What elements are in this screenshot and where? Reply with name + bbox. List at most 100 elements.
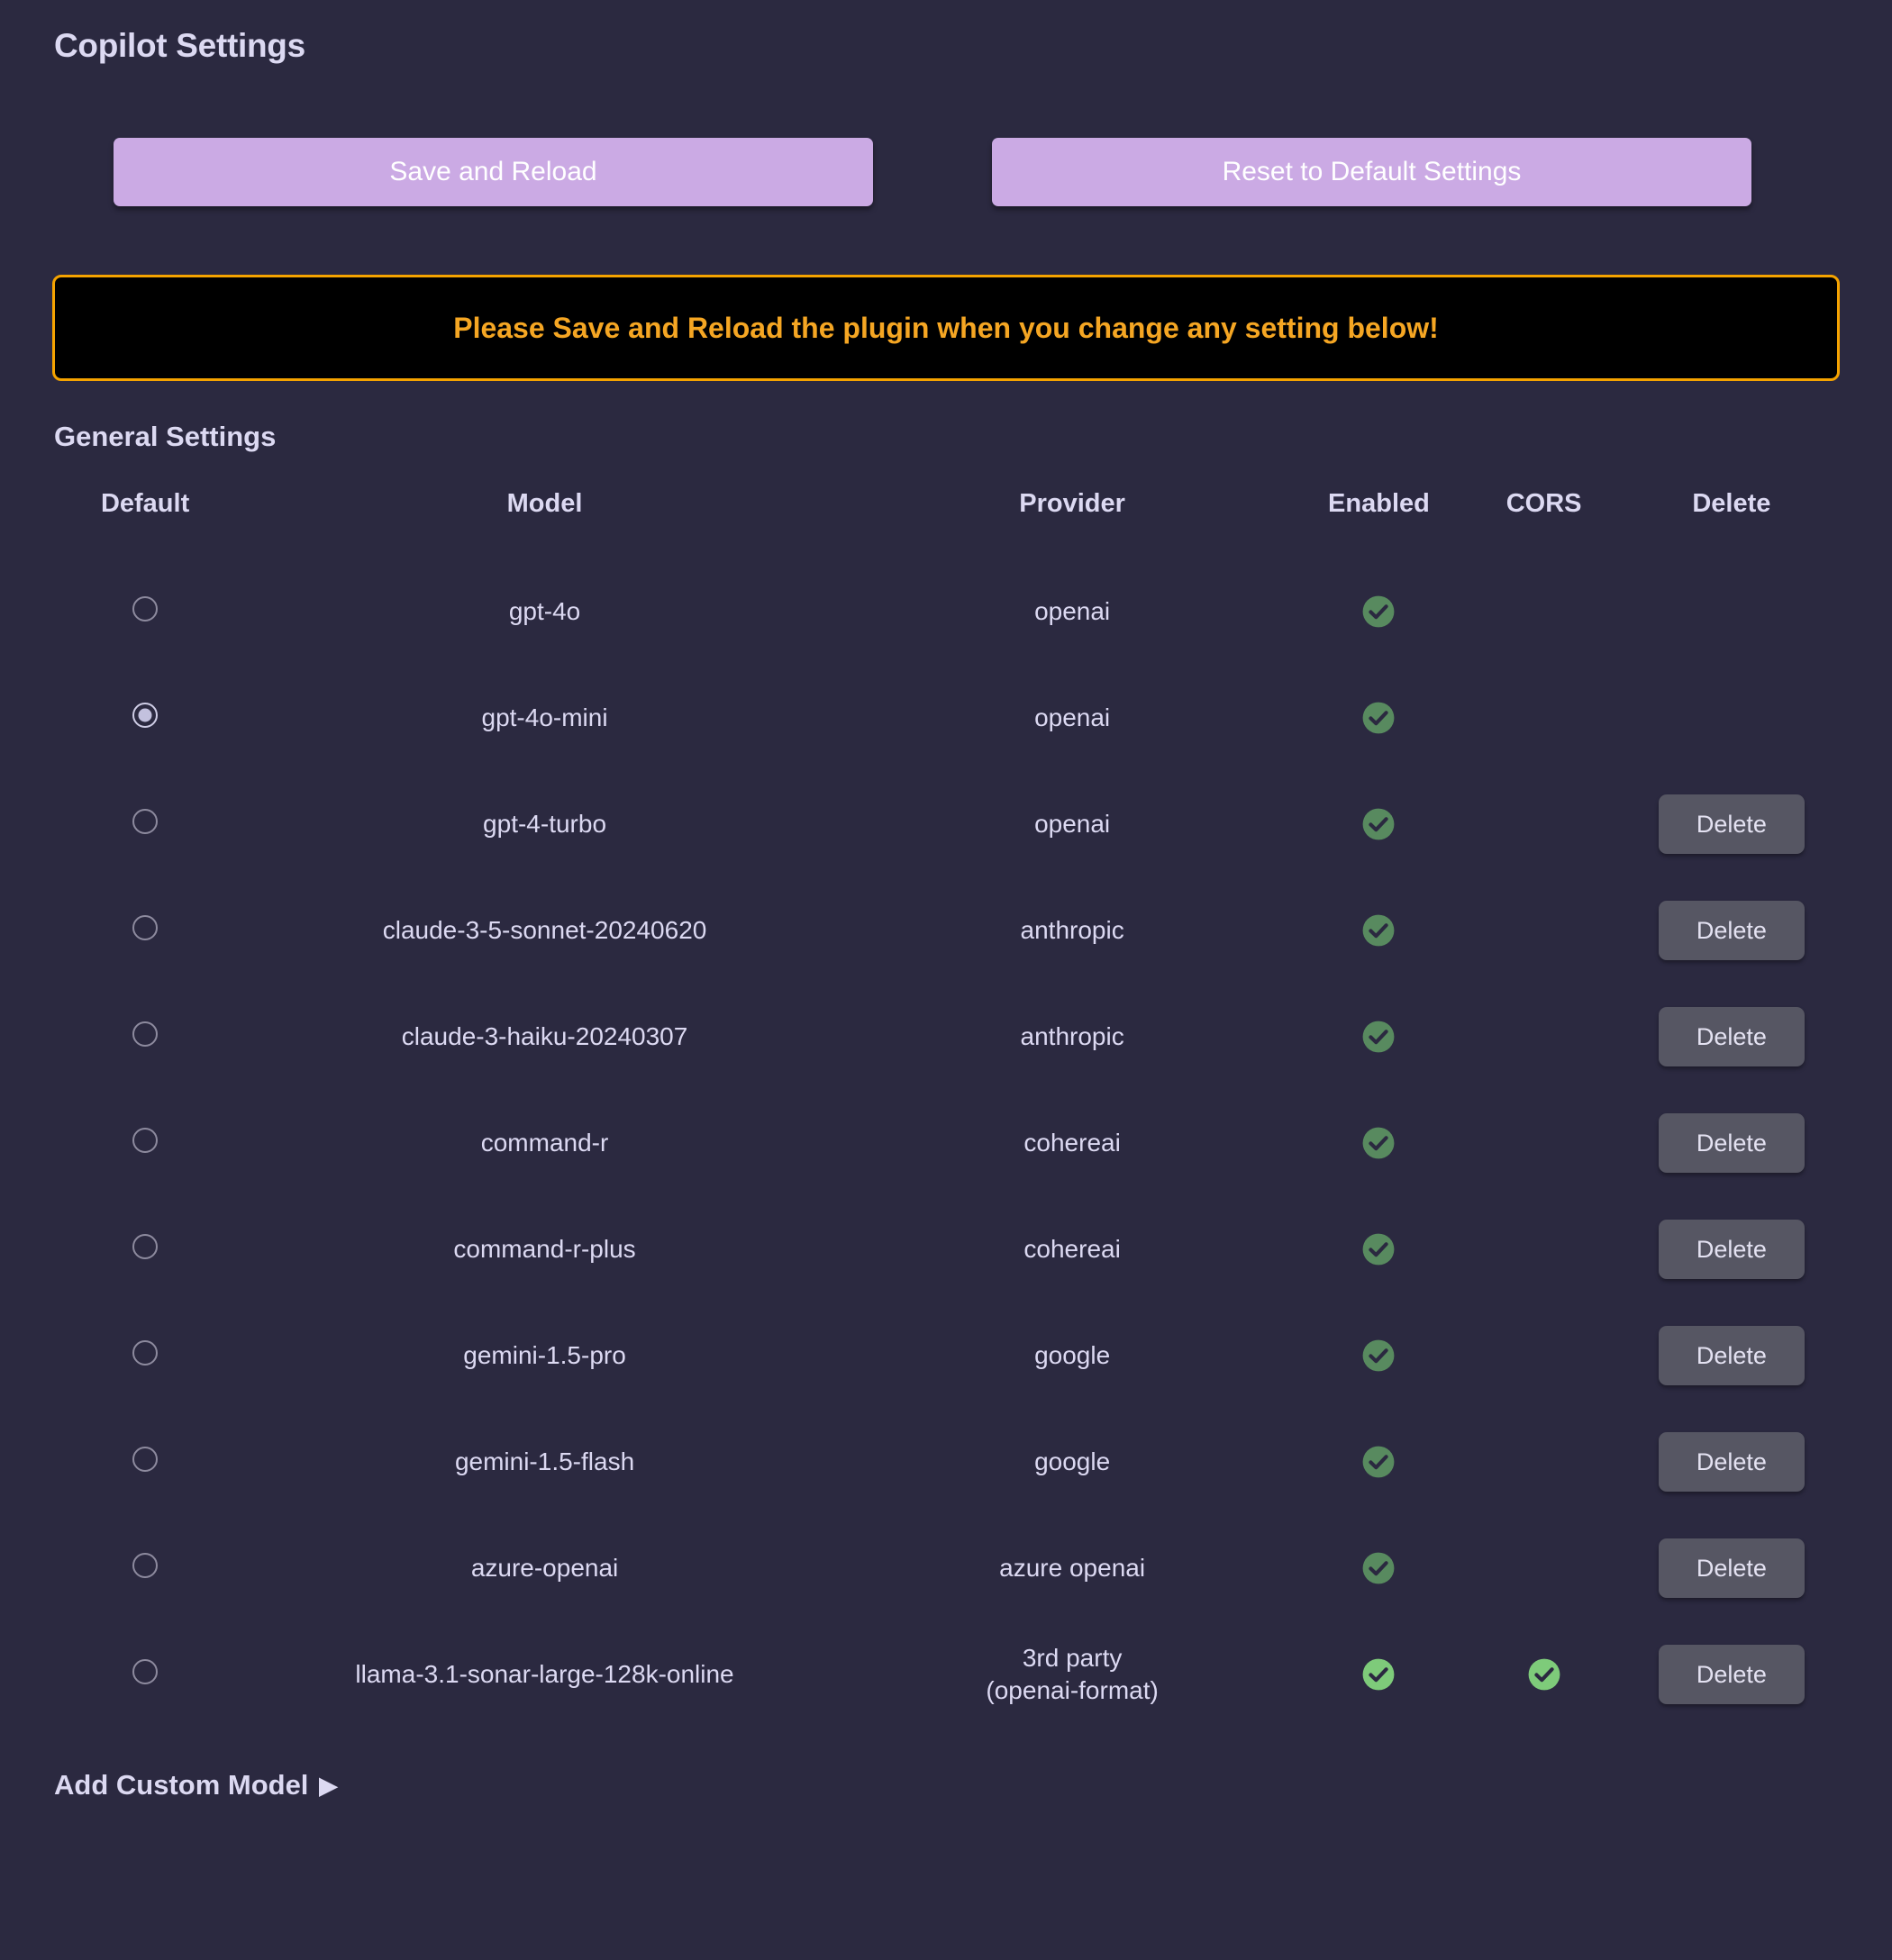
default-radio[interactable] <box>132 914 159 940</box>
column-header-cors: CORS <box>1505 489 1582 518</box>
table-row: claude-3-haiku-20240307 anthropic Delete <box>52 984 1840 1090</box>
enabled-check-icon[interactable] <box>1361 1127 1396 1159</box>
default-radio[interactable] <box>132 1021 159 1047</box>
provider-cell: cohereai <box>851 1090 1293 1196</box>
default-radio[interactable] <box>132 1658 159 1684</box>
enabled-cell[interactable] <box>1293 1196 1464 1302</box>
cors-cell[interactable] <box>1465 984 1624 1090</box>
delete-button[interactable]: Delete <box>1658 1538 1805 1598</box>
enabled-cell[interactable] <box>1293 771 1464 877</box>
table-row: gpt-4-turbo openai Delete <box>52 771 1840 877</box>
save-and-reload-button[interactable]: Save and Reload <box>114 138 873 206</box>
warning-banner: Please Save and Reload the plugin when y… <box>52 275 1840 381</box>
enabled-check-icon[interactable] <box>1361 1233 1396 1266</box>
delete-button[interactable]: Delete <box>1658 1432 1805 1492</box>
add-custom-model-toggle[interactable]: Add Custom Model ▶ <box>52 1769 337 1801</box>
provider-cell: google <box>851 1302 1293 1409</box>
default-radio[interactable] <box>132 595 159 622</box>
table-row: gpt-4o openai <box>52 558 1840 665</box>
delete-cell: Delete <box>1624 1302 1840 1409</box>
delete-cell: Delete <box>1624 1090 1840 1196</box>
enabled-cell[interactable] <box>1293 558 1464 665</box>
model-name-cell: command-r <box>480 1129 609 1157</box>
default-radio[interactable] <box>132 1446 159 1472</box>
delete-button[interactable]: Delete <box>1658 1645 1805 1704</box>
models-table-body: gpt-4o openai gpt-4o-mini openai gpt-4-turbo… <box>52 558 1840 1728</box>
delete-cell: Delete <box>1624 771 1840 877</box>
table-row: claude-3-5-sonnet-20240620 anthropic Delet… <box>52 877 1840 984</box>
cors-cell[interactable] <box>1465 1409 1624 1515</box>
cors-cell[interactable] <box>1465 1621 1624 1728</box>
enabled-check-icon[interactable] <box>1361 1552 1396 1584</box>
default-cell <box>52 1515 238 1621</box>
enabled-cell[interactable] <box>1293 984 1464 1090</box>
page-title: Copilot Settings <box>54 27 305 64</box>
cors-cell[interactable] <box>1465 1515 1624 1621</box>
provider-cell: openai <box>851 558 1293 665</box>
cors-cell[interactable] <box>1465 1302 1624 1409</box>
default-radio[interactable] <box>132 1552 159 1578</box>
delete-cell: Delete <box>1624 1621 1840 1728</box>
enabled-check-icon[interactable] <box>1361 1658 1396 1691</box>
enabled-check-icon[interactable] <box>1361 808 1396 840</box>
enabled-check-icon[interactable] <box>1361 1339 1396 1372</box>
default-radio[interactable] <box>132 808 159 834</box>
default-cell <box>52 1302 238 1409</box>
provider-cell: openai <box>851 665 1293 771</box>
default-cell <box>52 1409 238 1515</box>
expand-triangle-icon: ▶ <box>319 1772 338 1799</box>
model-name-cell: command-r-plus <box>453 1235 636 1263</box>
enabled-cell[interactable] <box>1293 665 1464 771</box>
model-name-cell: claude-3-haiku-20240307 <box>401 1022 688 1050</box>
enabled-cell[interactable] <box>1293 877 1464 984</box>
action-button-row: Save and Reload Reset to Default Setting… <box>52 138 1840 206</box>
enabled-check-icon[interactable] <box>1361 702 1396 734</box>
cors-cell[interactable] <box>1465 1090 1624 1196</box>
cors-cell[interactable] <box>1465 1196 1624 1302</box>
cors-cell[interactable] <box>1465 665 1624 771</box>
provider-label: google <box>1034 1447 1111 1476</box>
cors-cell[interactable] <box>1465 771 1624 877</box>
table-row: command-r cohereai Delete <box>52 1090 1840 1196</box>
enabled-cell[interactable] <box>1293 1090 1464 1196</box>
provider-label: anthropic <box>1020 916 1124 945</box>
delete-button[interactable]: Delete <box>1658 1326 1805 1385</box>
table-row: gpt-4o-mini openai <box>52 665 1840 771</box>
enabled-cell[interactable] <box>1293 1621 1464 1728</box>
delete-button[interactable]: Delete <box>1658 1007 1805 1066</box>
delete-cell: Delete <box>1624 877 1840 984</box>
cors-cell[interactable] <box>1465 558 1624 665</box>
provider-cell: azure openai <box>851 1515 1293 1621</box>
enabled-check-icon[interactable] <box>1361 914 1396 947</box>
reset-to-default-button[interactable]: Reset to Default Settings <box>992 138 1751 206</box>
enabled-check-icon[interactable] <box>1361 1021 1396 1053</box>
model-name-cell: gpt-4o-mini <box>481 703 608 731</box>
model-name-cell: gpt-4-turbo <box>483 810 607 838</box>
delete-button[interactable]: Delete <box>1658 1113 1805 1173</box>
default-radio[interactable] <box>132 702 159 728</box>
delete-cell: Delete <box>1624 984 1840 1090</box>
enabled-cell[interactable] <box>1293 1409 1464 1515</box>
enabled-check-icon[interactable] <box>1361 595 1396 628</box>
provider-cell: cohereai <box>851 1196 1293 1302</box>
cors-cell[interactable] <box>1465 877 1624 984</box>
default-cell <box>52 1196 238 1302</box>
delete-button[interactable]: Delete <box>1658 901 1805 960</box>
default-cell <box>52 665 238 771</box>
enabled-cell[interactable] <box>1293 1515 1464 1621</box>
delete-button[interactable]: Delete <box>1658 1220 1805 1279</box>
enabled-cell[interactable] <box>1293 1302 1464 1409</box>
provider-cell: openai <box>851 771 1293 877</box>
default-cell <box>52 1621 238 1728</box>
warning-message: Please Save and Reload the plugin when y… <box>453 311 1439 344</box>
default-radio[interactable] <box>132 1127 159 1153</box>
default-radio[interactable] <box>132 1233 159 1259</box>
cors-check-icon[interactable] <box>1527 1658 1561 1691</box>
enabled-check-icon[interactable] <box>1361 1446 1396 1478</box>
default-radio[interactable] <box>132 1339 159 1366</box>
provider-label: cohereai <box>1023 1235 1121 1264</box>
models-table: Default Model Provider Enabled CORS Dele… <box>52 489 1840 1728</box>
delete-button[interactable]: Delete <box>1658 794 1805 854</box>
default-cell <box>52 771 238 877</box>
column-header-provider: Provider <box>1019 489 1125 518</box>
